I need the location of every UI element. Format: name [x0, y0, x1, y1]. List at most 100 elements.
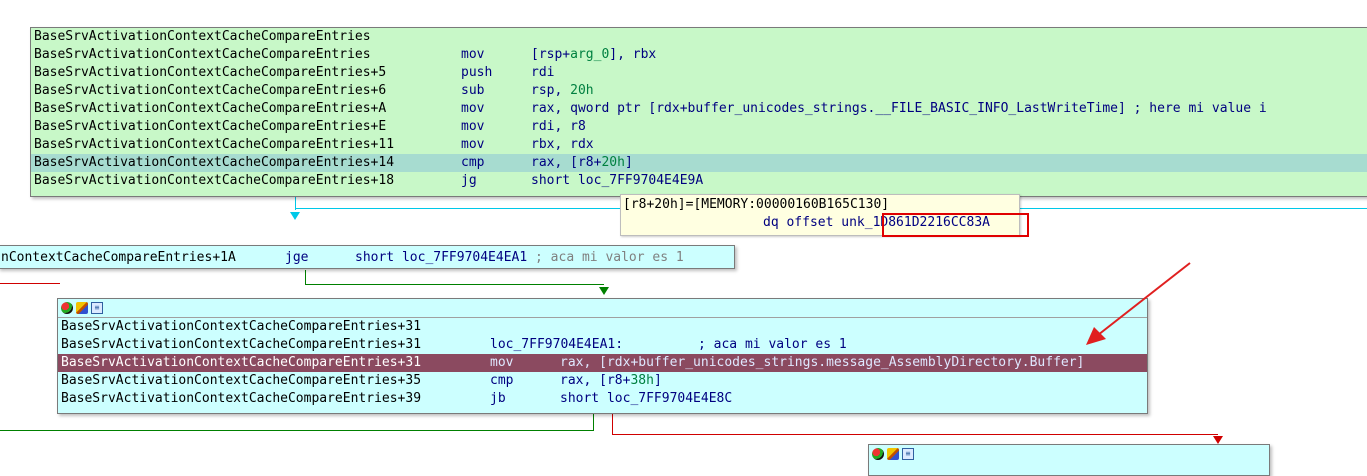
annotation-highlight-box — [882, 213, 1029, 237]
operand-number: arg_0 — [570, 47, 610, 62]
operand-text: rdi — [531, 65, 555, 80]
operand-text: rax, qword ptr [rdx+buffer_unicodes_stri… — [531, 101, 1267, 116]
operand-text: rsp, — [531, 83, 571, 98]
edge-cyan-arrowhead — [290, 212, 300, 220]
instruction-row[interactable]: BaseSrvActivationContextCacheCompareEntr… — [58, 354, 1147, 372]
operand-text: [rsp+ — [531, 47, 571, 62]
block-header-toolbar: ≡ — [869, 445, 1269, 463]
edge-red-arrowhead — [1213, 436, 1223, 444]
instruction-row[interactable]: BaseSrvActivationContextCacheCompareEntr… — [58, 336, 1147, 354]
instruction-address: BaseSrvActivationContextCacheCompareEntr… — [34, 47, 371, 62]
xrefs-icon[interactable]: ≡ — [902, 448, 914, 460]
instruction-mnemonic: loc_7FF9704E4EA1: — [490, 337, 624, 352]
operand-text: ], rbx — [609, 47, 657, 62]
instruction-address: BaseSrvActivationContextCacheCompareEntr… — [34, 65, 387, 80]
instruction-mnemonic: jge — [285, 250, 309, 265]
instruction-operands: rsp, 20h — [531, 82, 594, 100]
instruction-row[interactable]: BaseSrvActivationContextCacheCompareEntr… — [58, 372, 1147, 390]
operand-text: ; aca mi valor es 1 — [698, 337, 847, 352]
instruction-address: BaseSrvActivationContextCacheCompareEntr… — [34, 29, 371, 44]
instruction-address: BaseSrvActivationContextCacheCompareEntr… — [61, 355, 422, 370]
instruction-row[interactable]: BaseSrvActivationContextCacheCompareEntr… — [31, 136, 1367, 154]
instruction-operands: short loc_7FF9704E4E9A — [531, 172, 703, 190]
edit-node-icon[interactable] — [887, 448, 899, 460]
graph-overview-icon[interactable] — [61, 302, 73, 314]
instruction-row[interactable]: BaseSrvActivationContextCacheCompareEntr… — [31, 172, 1367, 190]
operand-comment: ; aca mi valor es 1 — [535, 250, 684, 265]
instruction-operands: rax, [r8+38h] — [560, 372, 662, 390]
instruction-address: nContextCacheCompareEntries+1A — [1, 250, 236, 265]
instruction-address: BaseSrvActivationContextCacheCompareEntr… — [34, 137, 395, 152]
instruction-mnemonic: jg — [461, 173, 477, 188]
instruction-mnemonic: cmp — [461, 155, 485, 170]
instruction-operands: rbx, rdx — [531, 136, 594, 154]
instruction-row[interactable]: BaseSrvActivationContextCacheCompareEntr… — [31, 118, 1367, 136]
instruction-address: BaseSrvActivationContextCacheCompareEntr… — [34, 173, 395, 188]
operand-text: ] — [653, 373, 662, 388]
code-block-next[interactable]: ≡ — [868, 444, 1270, 476]
instruction-mnemonic: jb — [490, 391, 506, 406]
instruction-row[interactable]: BaseSrvActivationContextCacheCompareEntr… — [31, 64, 1367, 82]
block-header-toolbar: ≡ — [58, 299, 1147, 318]
instruction-operands: rax, [r8+20h] — [531, 154, 633, 172]
instruction-address: BaseSrvActivationContextCacheCompareEntr… — [34, 155, 395, 170]
instruction-row[interactable]: BaseSrvActivationContextCacheCompareEntr… — [58, 318, 1147, 336]
instruction-operands: rax, qword ptr [rdx+buffer_unicodes_stri… — [531, 100, 1267, 118]
tooltip-line-2-prefix: dq offset unk_ — [763, 215, 873, 230]
instruction-mnemonic: mov — [461, 119, 485, 134]
operand-text: ] — [624, 155, 633, 170]
instruction-row[interactable]: nContextCacheCompareEntries+1A jge short… — [0, 249, 734, 267]
edit-node-icon[interactable] — [76, 302, 88, 314]
tooltip-line-1: [r8+20h]=[MEMORY:00000160B165C130] — [623, 197, 890, 212]
instruction-mnemonic: mov — [490, 355, 514, 370]
edge-green-bottom-horizontal — [0, 430, 594, 431]
operand-number: 38h — [630, 373, 654, 388]
instruction-mnemonic: cmp — [490, 373, 514, 388]
instruction-row[interactable]: BaseSrvActivationContextCacheCompareEntr… — [31, 46, 1367, 64]
edge-green-bottom-vertical — [593, 412, 594, 430]
code-block-loc-7ff9704e4ea1[interactable]: ≡ BaseSrvActivationContextCacheCompareEn… — [57, 298, 1148, 414]
operand-text: rax, [r8+ — [560, 373, 631, 388]
instruction-address: BaseSrvActivationContextCacheCompareEntr… — [61, 391, 422, 406]
graph-overview-icon[interactable] — [872, 448, 884, 460]
instruction-address: BaseSrvActivationContextCacheCompareEntr… — [61, 373, 422, 388]
instruction-operands: rax, [rdx+buffer_unicodes_strings.messag… — [560, 354, 1084, 372]
operand-text: short loc_7FF9704E4E9A — [531, 173, 704, 188]
edge-red-left — [0, 283, 60, 284]
instruction-address: BaseSrvActivationContextCacheCompareEntr… — [61, 337, 422, 352]
annotation-arrow — [1086, 262, 1191, 345]
instruction-operands: [rsp+arg_0], rbx — [531, 46, 656, 64]
operand-text: rax, [rdx+buffer_unicodes_strings.messag… — [560, 355, 1085, 370]
instruction-mnemonic: push — [461, 65, 493, 80]
instruction-operands: ; aca mi valor es 1 — [698, 336, 847, 354]
instruction-address: BaseSrvActivationContextCacheCompareEntr… — [34, 119, 387, 134]
instruction-mnemonic: mov — [461, 137, 485, 152]
operand-number: 20h — [570, 83, 594, 98]
operand-text: short loc_7FF9704E4E8C — [560, 391, 733, 406]
edge-red-bottom-vertical — [612, 412, 613, 434]
xrefs-icon[interactable]: ≡ — [91, 302, 103, 314]
instruction-operands: short loc_7FF9704E4E8C — [560, 390, 732, 408]
instruction-address: BaseSrvActivationContextCacheCompareEntr… — [34, 83, 387, 98]
operand-text: rax, [r8+ — [531, 155, 602, 170]
instruction-row[interactable]: BaseSrvActivationContextCacheCompareEntr… — [31, 28, 1367, 46]
edge-red-bottom-horizontal — [612, 434, 1218, 435]
instruction-row[interactable]: BaseSrvActivationContextCacheCompareEntr… — [31, 82, 1367, 100]
edge-green-arrowhead — [599, 287, 609, 295]
instruction-operands: rdi — [531, 64, 554, 82]
instruction-operands: rdi, r8 — [531, 118, 586, 136]
edge-green-vertical — [305, 270, 306, 284]
operand-text: short loc_7FF9704E4EA1 — [355, 250, 536, 265]
code-block-entry[interactable]: BaseSrvActivationContextCacheCompareEntr… — [30, 27, 1367, 197]
instruction-mnemonic: mov — [461, 101, 485, 116]
instruction-operands: short loc_7FF9704E4EA1 ; aca mi valor es… — [355, 249, 684, 267]
operand-number: 20h — [601, 155, 625, 170]
operand-text: rdi, r8 — [531, 119, 586, 134]
instruction-mnemonic: mov — [461, 47, 485, 62]
code-block-jge[interactable]: nContextCacheCompareEntries+1A jge short… — [0, 245, 735, 269]
instruction-address: BaseSrvActivationContextCacheCompareEntr… — [61, 319, 422, 334]
instruction-row[interactable]: BaseSrvActivationContextCacheCompareEntr… — [31, 154, 1367, 172]
instruction-mnemonic: sub — [461, 83, 485, 98]
instruction-row[interactable]: BaseSrvActivationContextCacheCompareEntr… — [31, 100, 1367, 118]
instruction-row[interactable]: BaseSrvActivationContextCacheCompareEntr… — [58, 390, 1147, 408]
